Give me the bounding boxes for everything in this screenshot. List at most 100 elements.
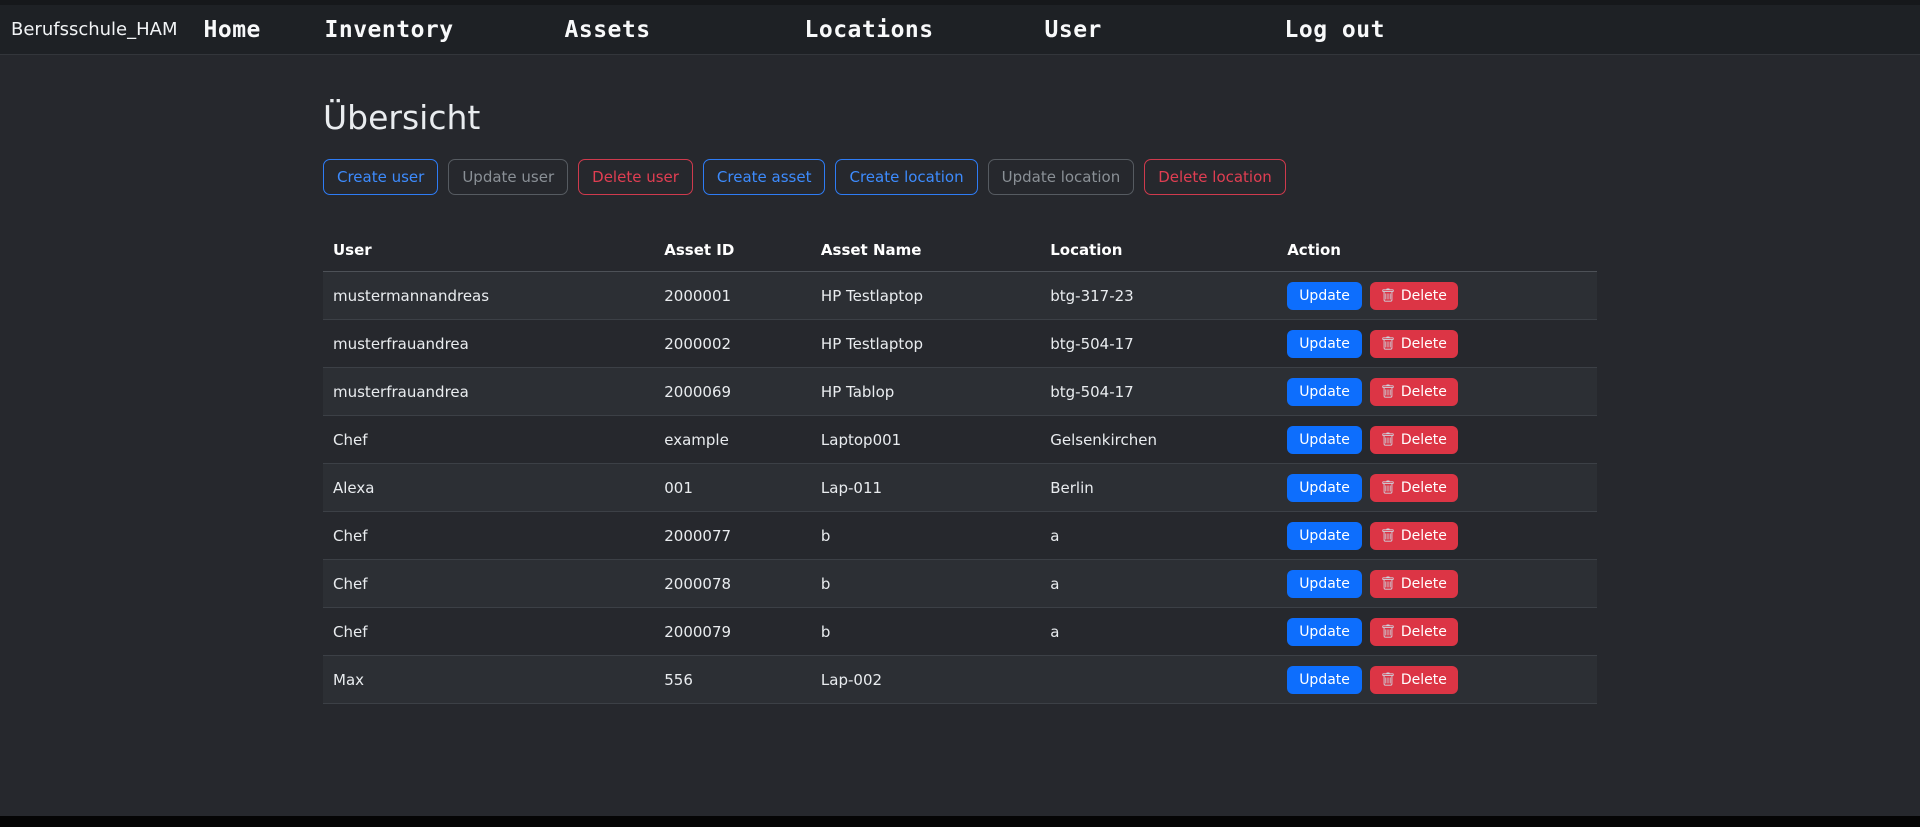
column-header-asset-id: Asset ID <box>654 231 811 272</box>
cell-location <box>1040 656 1277 704</box>
table-row: Chef2000078ba Update Delete <box>323 560 1597 608</box>
cell-action: Update Delete <box>1277 272 1597 320</box>
delete-button[interactable]: Delete <box>1370 618 1458 646</box>
nav-item-user[interactable]: User <box>1045 17 1285 43</box>
update-button[interactable]: Update <box>1287 474 1362 502</box>
cell-user: musterfrauandrea <box>323 368 654 416</box>
delete-user-button[interactable]: Delete user <box>578 159 693 195</box>
update-button[interactable]: Update <box>1287 426 1362 454</box>
update-button[interactable]: Update <box>1287 282 1362 310</box>
nav-item-assets[interactable]: Assets <box>565 17 805 43</box>
cell-asset-name: Lap-002 <box>811 656 1040 704</box>
cell-location: btg-504-17 <box>1040 320 1277 368</box>
delete-button[interactable]: Delete <box>1370 426 1458 454</box>
delete-button-label: Delete <box>1401 528 1447 544</box>
cell-action: Update Delete <box>1277 512 1597 560</box>
delete-button[interactable]: Delete <box>1370 522 1458 550</box>
assets-table: User Asset ID Asset Name Location Action… <box>323 231 1597 704</box>
trash-icon <box>1381 432 1395 447</box>
trash-icon <box>1381 528 1395 543</box>
trash-icon <box>1381 480 1395 495</box>
cell-asset-name: b <box>811 560 1040 608</box>
cell-asset-name: HP Tablop <box>811 368 1040 416</box>
table-header-row: User Asset ID Asset Name Location Action <box>323 231 1597 272</box>
cell-location: Gelsenkirchen <box>1040 416 1277 464</box>
trash-icon <box>1381 336 1395 351</box>
cell-user: Chef <box>323 560 654 608</box>
delete-button[interactable]: Delete <box>1370 282 1458 310</box>
table-row: Chef2000079baUpdate Delete <box>323 608 1597 656</box>
cell-asset-id: 556 <box>654 656 811 704</box>
delete-button-label: Delete <box>1401 432 1447 448</box>
delete-button-label: Delete <box>1401 384 1447 400</box>
cell-asset-id: 2000079 <box>654 608 811 656</box>
delete-button[interactable]: Delete <box>1370 330 1458 358</box>
nav-item-log-out[interactable]: Log out <box>1285 17 1525 43</box>
delete-button-label: Delete <box>1401 624 1447 640</box>
table-row: ChefexampleLaptop001GelsenkirchenUpdate … <box>323 416 1597 464</box>
delete-button-label: Delete <box>1401 576 1447 592</box>
cell-location: btg-317-23 <box>1040 272 1277 320</box>
delete-button[interactable]: Delete <box>1370 666 1458 694</box>
delete-button-label: Delete <box>1401 288 1447 304</box>
cell-asset-name: HP Testlaptop <box>811 320 1040 368</box>
main-content: Übersicht Create user Update user Delete u… <box>323 98 1597 704</box>
cell-asset-id: example <box>654 416 811 464</box>
nav-item-locations[interactable]: Locations <box>805 17 1045 43</box>
delete-button[interactable]: Delete <box>1370 378 1458 406</box>
cell-action: Update Delete <box>1277 368 1597 416</box>
create-asset-button[interactable]: Create asset <box>703 159 826 195</box>
cell-asset-id: 001 <box>654 464 811 512</box>
window-bottom-edge <box>0 816 1920 827</box>
page-title: Übersicht <box>323 98 1597 137</box>
cell-user: Alexa <box>323 464 654 512</box>
table-row: musterfrauandrea2000002HP Testlaptopbtg-… <box>323 320 1597 368</box>
table-row: Max556Lap-002Update Delete <box>323 656 1597 704</box>
cell-location: a <box>1040 512 1277 560</box>
nav-item-home[interactable]: Home <box>204 17 325 43</box>
cell-location: btg-504-17 <box>1040 368 1277 416</box>
cell-asset-id: 2000002 <box>654 320 811 368</box>
update-button[interactable]: Update <box>1287 378 1362 406</box>
trash-icon <box>1381 672 1395 687</box>
column-header-user: User <box>323 231 654 272</box>
trash-icon <box>1381 624 1395 639</box>
cell-asset-id: 2000078 <box>654 560 811 608</box>
update-button[interactable]: Update <box>1287 570 1362 598</box>
table-row: Alexa001Lap-011BerlinUpdate Delete <box>323 464 1597 512</box>
cell-user: mustermannandreas <box>323 272 654 320</box>
cell-asset-name: Lap-011 <box>811 464 1040 512</box>
cell-user: Chef <box>323 512 654 560</box>
update-location-button[interactable]: Update location <box>988 159 1135 195</box>
cell-user: Chef <box>323 608 654 656</box>
cell-action: Update Delete <box>1277 464 1597 512</box>
cell-location: Berlin <box>1040 464 1277 512</box>
delete-button[interactable]: Delete <box>1370 474 1458 502</box>
cell-location: a <box>1040 560 1277 608</box>
column-header-location: Location <box>1040 231 1277 272</box>
cell-user: musterfrauandrea <box>323 320 654 368</box>
delete-location-button[interactable]: Delete location <box>1144 159 1286 195</box>
crud-toolbar: Create user Update user Delete user Create … <box>323 159 1597 195</box>
cell-action: Update Delete <box>1277 656 1597 704</box>
update-button[interactable]: Update <box>1287 666 1362 694</box>
trash-icon <box>1381 288 1395 303</box>
update-button[interactable]: Update <box>1287 330 1362 358</box>
column-header-asset-name: Asset Name <box>811 231 1040 272</box>
navbar-menu: HomeInventoryAssetsLocationsUserLog out <box>204 17 1525 43</box>
create-location-button[interactable]: Create location <box>835 159 977 195</box>
cell-location: a <box>1040 608 1277 656</box>
update-button[interactable]: Update <box>1287 522 1362 550</box>
cell-action: Update Delete <box>1277 320 1597 368</box>
update-button[interactable]: Update <box>1287 618 1362 646</box>
cell-action: Update Delete <box>1277 608 1597 656</box>
column-header-action: Action <box>1277 231 1597 272</box>
table-row: mustermannandreas2000001HP Testlaptopbtg… <box>323 272 1597 320</box>
nav-item-inventory[interactable]: Inventory <box>325 17 565 43</box>
cell-asset-name: HP Testlaptop <box>811 272 1040 320</box>
navbar-brand[interactable]: Berufsschule_HAM <box>11 19 178 40</box>
create-user-button[interactable]: Create user <box>323 159 438 195</box>
trash-icon <box>1381 576 1395 591</box>
update-user-button[interactable]: Update user <box>448 159 568 195</box>
delete-button[interactable]: Delete <box>1370 570 1458 598</box>
